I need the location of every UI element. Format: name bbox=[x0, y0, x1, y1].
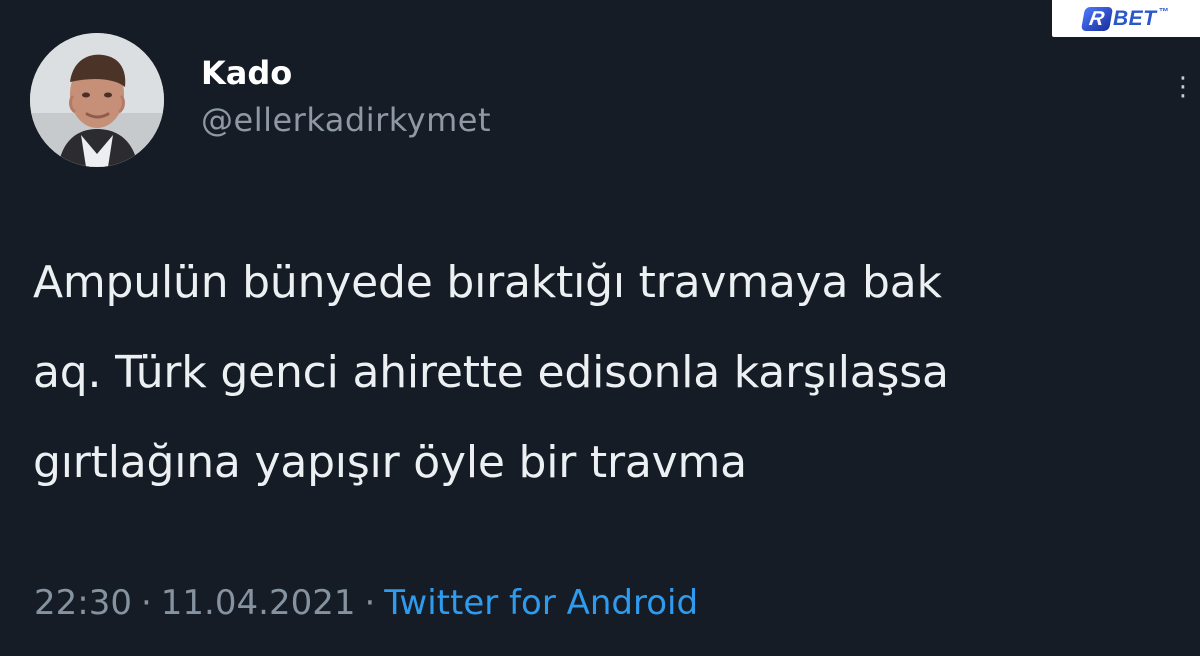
tweet-text-line: Ampulün bünyede bıraktığı travmaya bak bbox=[33, 257, 942, 308]
rbet-watermark: R BET ™ bbox=[1052, 0, 1200, 37]
metadata-separator: · bbox=[364, 583, 376, 623]
user-handle[interactable]: @ellerkadirkymet bbox=[201, 101, 491, 139]
rbet-brand-text: BET bbox=[1113, 6, 1157, 30]
more-vertical-icon: ⋮ bbox=[1170, 72, 1196, 102]
tweet-time[interactable]: 22:30 bbox=[34, 583, 132, 623]
user-avatar-photo bbox=[30, 33, 164, 167]
rbet-logo-icon: R bbox=[1080, 6, 1114, 31]
avatar[interactable] bbox=[30, 33, 164, 167]
tweet-card: Kado @ellerkadirkymet ⋮ Ampulün bünyede … bbox=[0, 0, 1200, 656]
tweet-text-line: aq. Türk genci ahirette edisonla karşıla… bbox=[33, 347, 949, 398]
tweet-date[interactable]: 11.04.2021 bbox=[161, 583, 356, 623]
tweet-text: Ampulün bünyede bıraktığı travmaya bak a… bbox=[33, 238, 1163, 508]
trademark-symbol: ™ bbox=[1158, 7, 1169, 18]
tweet-metadata: 22:30 · 11.04.2021 · Twitter for Android bbox=[34, 578, 698, 628]
tweet-text-line: gırtlağına yapışır öyle bir travma bbox=[33, 437, 747, 488]
more-options-button[interactable]: ⋮ bbox=[1166, 65, 1200, 109]
metadata-separator: · bbox=[140, 583, 152, 623]
tweet-source-link[interactable]: Twitter for Android bbox=[384, 583, 698, 623]
display-name[interactable]: Kado bbox=[201, 54, 292, 92]
